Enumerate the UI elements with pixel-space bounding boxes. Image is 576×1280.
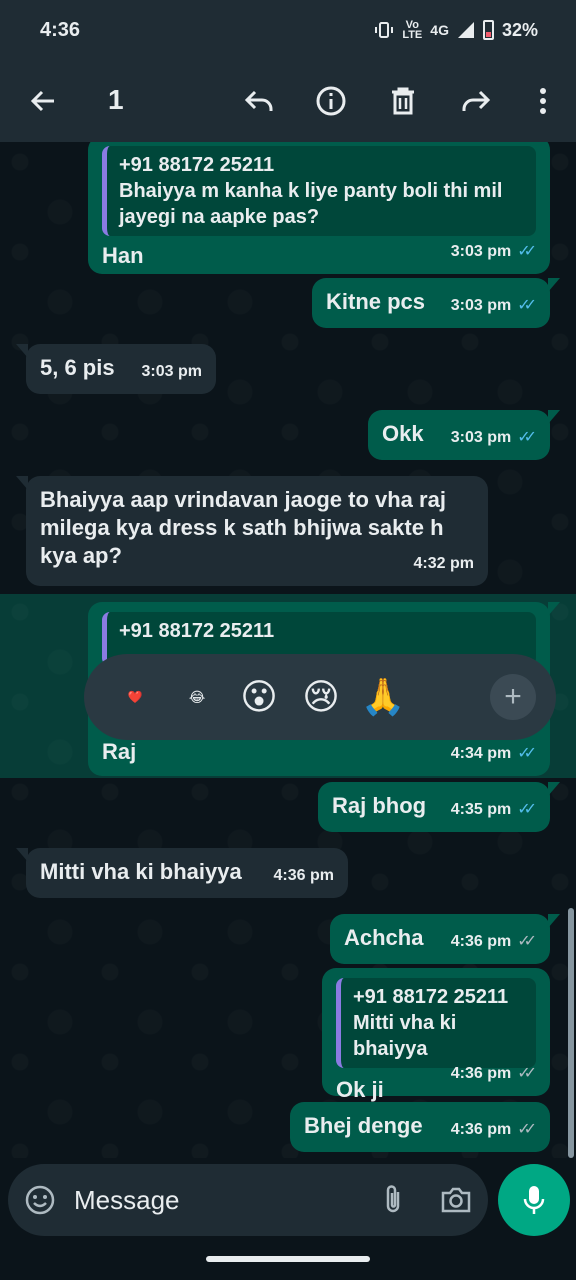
gesture-nav-bar[interactable] bbox=[206, 1256, 370, 1262]
message-time: 3:03 pm bbox=[450, 243, 512, 260]
message-bubble[interactable]: 5, 6 pis 3:03 pm bbox=[16, 344, 216, 394]
status-bar: 4:36 Vo LTE 4G 32% bbox=[0, 0, 576, 60]
message-meta: 4:36 pm bbox=[274, 862, 334, 890]
selected-count: 1 bbox=[108, 84, 124, 115]
battery-icon bbox=[482, 20, 494, 40]
reaction-laugh[interactable]: 😂 bbox=[166, 689, 228, 706]
message-bubble[interactable]: +91 88172 25211 Bhaiyya m kanha k liye p… bbox=[88, 142, 550, 274]
message-text: Achcha bbox=[344, 925, 424, 950]
message-text: 5, 6 pis bbox=[40, 355, 115, 380]
message-meta: 4:36 pm ✓✓ bbox=[450, 928, 537, 956]
forward-icon[interactable] bbox=[452, 76, 502, 126]
message-composer: Message bbox=[8, 1164, 488, 1236]
message-time: 3:03 pm bbox=[141, 363, 202, 380]
read-ticks-icon: ✓✓ bbox=[517, 297, 537, 314]
back-arrow-icon[interactable] bbox=[18, 76, 68, 126]
attach-icon[interactable] bbox=[380, 1184, 406, 1216]
message-meta: 4:36 pm ✓✓ bbox=[450, 1116, 537, 1144]
message-text: Bhej denge bbox=[304, 1113, 423, 1138]
reaction-heart[interactable]: ❤️ bbox=[104, 690, 166, 704]
message-meta: 4:35 pm ✓✓ bbox=[450, 796, 537, 824]
message-meta: 4:36 pm ✓✓ bbox=[450, 1060, 537, 1088]
selection-toolbar: 1 bbox=[0, 60, 576, 142]
quote-sender: +91 88172 25211 bbox=[119, 154, 275, 176]
reply-icon[interactable] bbox=[234, 76, 284, 126]
reaction-wow[interactable]: 😮 bbox=[228, 676, 290, 718]
message-bubble[interactable]: Okk 3:03 pm ✓✓ bbox=[368, 410, 560, 460]
message-meta: 4:34 pm ✓✓ bbox=[450, 740, 537, 768]
quoted-message[interactable]: +91 88172 25211 Mitti vha ki bhaiyya bbox=[336, 978, 536, 1068]
message-bubble[interactable]: Bhej denge 4:36 pm ✓✓ bbox=[290, 1102, 550, 1152]
read-ticks-icon: ✓✓ bbox=[517, 801, 537, 818]
quote-sender: +91 88172 25211 bbox=[353, 986, 509, 1008]
vibrate-icon bbox=[375, 22, 394, 38]
message-meta: 3:03 pm ✓✓ bbox=[450, 424, 537, 452]
volte-label: Vo LTE bbox=[402, 19, 423, 41]
quote-text: Mitti vha ki bhaiyya bbox=[353, 1012, 457, 1060]
reaction-pray[interactable]: 🙏 bbox=[352, 676, 414, 718]
message-bubble[interactable]: Achcha 4:36 pm ✓✓ bbox=[330, 914, 560, 964]
read-ticks-icon: ✓✓ bbox=[517, 243, 537, 260]
quote-text: Bhaiyya m kanha k liye panty boli thi mi… bbox=[119, 180, 503, 228]
quoted-message[interactable]: +91 88172 25211 Bhaiyya m kanha k liye p… bbox=[102, 146, 536, 236]
network-label: 4G bbox=[430, 22, 449, 38]
camera-icon[interactable] bbox=[440, 1186, 472, 1214]
message-time: 4:35 pm bbox=[450, 801, 512, 818]
info-icon[interactable] bbox=[306, 76, 356, 126]
reaction-sad[interactable]: 😢 bbox=[290, 676, 352, 718]
message-text: Bhaiyya aap vrindavan jaoge to vha raj m… bbox=[40, 487, 446, 568]
message-time: 3:03 pm bbox=[450, 429, 512, 446]
message-text: Okk bbox=[382, 421, 424, 446]
mic-button[interactable] bbox=[498, 1164, 570, 1236]
scrollbar[interactable] bbox=[568, 908, 574, 1158]
message-time: 4:36 pm bbox=[450, 1065, 512, 1082]
emoji-icon[interactable] bbox=[24, 1184, 56, 1216]
more-icon[interactable] bbox=[518, 76, 568, 126]
message-time: 3:03 pm bbox=[450, 297, 512, 314]
quote-sender: +91 88172 25211 bbox=[119, 620, 275, 642]
delivered-ticks-icon: ✓✓ bbox=[517, 933, 537, 950]
message-text: Kitne pcs bbox=[326, 289, 426, 314]
message-bubble[interactable]: Kitne pcs 3:03 pm ✓✓ bbox=[312, 278, 560, 328]
message-bubble[interactable]: Bhaiyya aap vrindavan jaoge to vha raj m… bbox=[16, 476, 488, 586]
chat-area[interactable]: +91 88172 25211 Bhaiyya m kanha k liye p… bbox=[0, 142, 576, 1158]
add-reaction-icon[interactable]: + bbox=[490, 674, 536, 720]
mic-icon bbox=[523, 1186, 545, 1214]
message-bubble[interactable]: Raj bhog 4:35 pm ✓✓ bbox=[318, 782, 560, 832]
read-ticks-icon: ✓✓ bbox=[517, 429, 537, 446]
message-text: Mitti vha ki bhaiyya bbox=[40, 859, 242, 884]
message-meta: 3:03 pm bbox=[142, 358, 202, 386]
delivered-ticks-icon: ✓✓ bbox=[517, 1121, 537, 1138]
delivered-ticks-icon: ✓✓ bbox=[517, 1065, 537, 1082]
read-ticks-icon: ✓✓ bbox=[517, 745, 537, 762]
battery-percent: 32% bbox=[501, 19, 538, 40]
message-time: 4:36 pm bbox=[273, 867, 334, 884]
message-meta: 3:03 pm ✓✓ bbox=[450, 238, 537, 266]
message-meta: 4:32 pm bbox=[414, 550, 474, 578]
message-meta: 3:03 pm ✓✓ bbox=[450, 292, 537, 320]
message-text: Raj bbox=[102, 739, 137, 764]
message-time: 4:36 pm bbox=[450, 1121, 512, 1138]
signal-icon bbox=[457, 22, 474, 38]
message-text: Raj bhog bbox=[332, 793, 427, 818]
message-time: 4:34 pm bbox=[450, 745, 512, 762]
reaction-picker: ❤️ 😂 😮 😢 🙏 + bbox=[84, 654, 556, 740]
message-time: 4:32 pm bbox=[413, 555, 474, 572]
status-icons: Vo LTE 4G 32% bbox=[374, 20, 538, 41]
message-time: 4:36 pm bbox=[450, 933, 512, 950]
status-time: 4:36 bbox=[40, 18, 81, 41]
message-bubble[interactable]: +91 88172 25211 Mitti vha ki bhaiyya Ok … bbox=[322, 968, 550, 1102]
delete-icon[interactable] bbox=[378, 76, 428, 126]
message-input[interactable]: Message bbox=[74, 1185, 380, 1216]
message-bubble[interactable]: Mitti vha ki bhaiyya 4:36 pm bbox=[16, 848, 348, 898]
